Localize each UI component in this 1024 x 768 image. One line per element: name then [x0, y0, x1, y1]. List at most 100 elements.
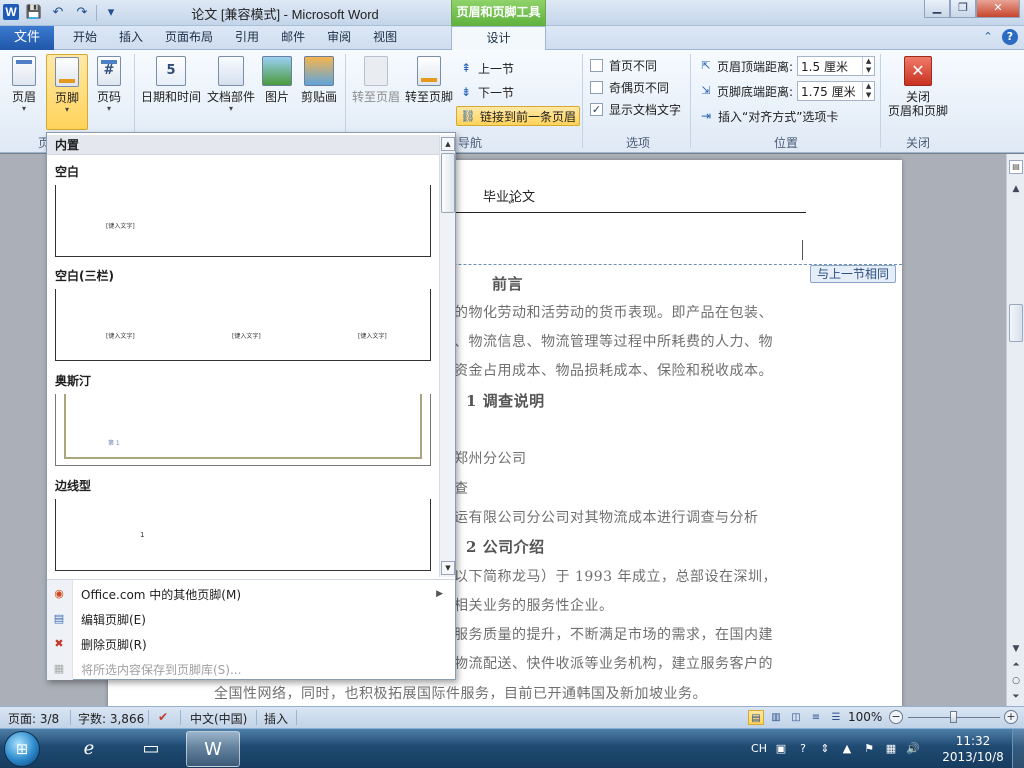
scroll-thumb[interactable]: [1009, 304, 1023, 342]
show-desktop-button[interactable]: [1012, 729, 1024, 768]
gallery-item-blank[interactable]: [键入文字]: [55, 185, 431, 257]
prev-section-button[interactable]: ⇞ 上一节: [458, 58, 514, 78]
footer-bottom-spinner[interactable]: 1.75 厘米 ▲ ▼: [797, 81, 876, 101]
show-hidden-icons-icon[interactable]: ▲: [838, 741, 856, 757]
previous-page-icon[interactable]: ⏶: [1009, 658, 1023, 672]
scroll-up-icon[interactable]: ▲: [1009, 182, 1023, 196]
word-taskbar-icon[interactable]: W: [186, 731, 240, 767]
insert-alignment-tab-button[interactable]: ⇥ 插入“对齐方式”选项卡: [698, 106, 838, 126]
insert-mode[interactable]: 插入: [264, 710, 288, 727]
vertical-scrollbar[interactable]: ▤ ▲ ▼ ⏶ ○ ⏷: [1006, 154, 1024, 706]
goto-header-button[interactable]: 转至页眉: [350, 54, 402, 124]
scroll-down-icon[interactable]: ▼: [441, 561, 455, 575]
clock-date: 2013/10/8: [942, 750, 1004, 764]
edit-footer-menu-item[interactable]: ▤ 编辑页脚(E): [51, 607, 451, 631]
word-count[interactable]: 字数: 3,866: [78, 710, 144, 727]
browse-object-icon[interactable]: ○: [1009, 674, 1023, 688]
body-line[interactable]: 全国性网络，同时，也积极拓展国际件服务，目前已开通韩国及新加坡业务。: [214, 683, 707, 703]
zoom-slider-thumb[interactable]: [950, 711, 957, 723]
maximize-icon[interactable]: ❐: [950, 0, 976, 18]
network-icon[interactable]: ▦: [882, 741, 900, 757]
spinner-arrows-icon[interactable]: ▲ ▼: [862, 57, 874, 75]
spinner-arrows-icon[interactable]: ▲ ▼: [862, 82, 874, 100]
gallery-scrollbar[interactable]: ▲ ▼: [439, 135, 455, 577]
tab-home[interactable]: 开始: [62, 26, 108, 50]
header-button[interactable]: 页眉 ▾: [6, 54, 42, 124]
body-line[interactable]: 以下简称龙马）于 1993 年成立，总部设在深圳，: [454, 566, 777, 586]
body-line[interactable]: 前言: [492, 273, 523, 294]
footer-button[interactable]: 页脚 ▾: [46, 54, 88, 130]
date-time-button[interactable]: 5 日期和时间: [140, 54, 202, 124]
goto-footer-button[interactable]: 转至页脚: [404, 54, 454, 124]
action-center-flag-icon[interactable]: ⚑: [860, 741, 878, 757]
minimize-icon[interactable]: ▁: [924, 0, 950, 18]
body-line[interactable]: 资金占用成本、物品损耗成本、保险和税收成本。: [454, 360, 773, 380]
tab-design[interactable]: 设计: [451, 26, 546, 51]
page-number-button[interactable]: # 页码 ▾: [92, 54, 126, 124]
edit-footer-icon: ▤: [53, 612, 65, 625]
link-previous-button[interactable]: ⛓ 链接到前一条页眉: [456, 106, 581, 126]
file-explorer-icon[interactable]: ▭: [124, 731, 178, 767]
internet-explorer-icon[interactable]: ℯ: [62, 731, 116, 767]
zoom-level[interactable]: 100%: [848, 710, 882, 724]
header-top-spinner[interactable]: 1.5 厘米 ▲ ▼: [797, 56, 876, 76]
body-line[interactable]: 服务质量的提升，不断满足市场的需求，在国内建: [454, 624, 773, 644]
show-document-text-checkbox[interactable]: ✓ 显示文档文字: [590, 100, 681, 118]
minimize-ribbon-icon[interactable]: ⌃: [980, 29, 996, 45]
next-section-button[interactable]: ⇟ 下一节: [458, 82, 514, 102]
body-line[interactable]: 查: [454, 478, 469, 498]
body-line[interactable]: 相关业务的服务性企业。: [454, 595, 614, 615]
remove-footer-menu-item[interactable]: ✖ 删除页脚(R): [51, 632, 451, 656]
picture-button[interactable]: 图片: [260, 54, 294, 124]
print-layout-icon[interactable]: ▤: [748, 710, 764, 725]
outline-view-icon[interactable]: ≡: [808, 710, 824, 725]
close-icon[interactable]: ✕: [976, 0, 1020, 18]
body-line[interactable]: 1 调查说明: [466, 390, 545, 411]
gallery-scroll-thumb[interactable]: [441, 153, 455, 213]
volume-icon[interactable]: 🔊: [904, 741, 922, 757]
tab-view[interactable]: 视图: [362, 26, 408, 50]
clip-art-button[interactable]: 剪贴画: [298, 54, 340, 124]
status-bar: 页面: 3/8 字数: 3,866 ✔ 中文(中国) 插入 ▤ ▥ ◫ ≡ ☰ …: [0, 706, 1024, 728]
body-line[interactable]: 运有限公司分公司对其物流成本进行调查与分析: [454, 507, 759, 527]
gallery-item-sideline[interactable]: 1: [55, 499, 431, 571]
close-header-footer-button[interactable]: 关闭 页眉和页脚: [884, 54, 952, 124]
body-line[interactable]: 物流配送、快件收派等业务机构，建立服务客户的: [454, 653, 773, 673]
taskbar-clock[interactable]: 11:32 2013/10/8: [940, 733, 1006, 765]
more-footers-office-menu-item[interactable]: ◉ Office.com 中的其他页脚(M) ▶: [51, 582, 451, 606]
gallery-item-blank-three-column[interactable]: [键入文字] [键入文字] [键入文字]: [55, 289, 431, 361]
tab-references[interactable]: 引用: [224, 26, 270, 50]
zoom-out-icon[interactable]: −: [889, 710, 903, 724]
odd-even-different-checkbox[interactable]: 奇偶页不同: [590, 78, 669, 96]
ime-icon[interactable]: ▣: [772, 741, 790, 757]
full-screen-reading-icon[interactable]: ▥: [768, 710, 784, 725]
tab-insert[interactable]: 插入: [108, 26, 154, 50]
gallery-item-austin[interactable]: 第 1: [55, 394, 431, 466]
proofing-icon[interactable]: ✔: [158, 710, 168, 724]
help-icon[interactable]: ?: [1002, 29, 1018, 45]
tab-review[interactable]: 审阅: [316, 26, 362, 50]
ruler-toggle-icon[interactable]: ▤: [1009, 160, 1023, 174]
input-language[interactable]: CH: [750, 741, 768, 757]
scroll-down-icon[interactable]: ▼: [1009, 642, 1023, 656]
web-layout-icon[interactable]: ◫: [788, 710, 804, 725]
language-bar-options-icon[interactable]: ⇕: [816, 741, 834, 757]
tab-page-layout[interactable]: 页面布局: [154, 26, 224, 50]
body-line[interactable]: 2 公司介绍: [466, 536, 545, 557]
scroll-up-icon[interactable]: ▲: [441, 137, 455, 151]
next-page-icon[interactable]: ⏷: [1009, 690, 1023, 704]
zoom-in-icon[interactable]: +: [1004, 710, 1018, 724]
body-line[interactable]: 、物流信息、物流管理等过程中所耗费的人力、物: [454, 331, 773, 351]
draft-view-icon[interactable]: ☰: [828, 710, 844, 725]
help-icon[interactable]: ?: [794, 741, 812, 757]
tab-mailings[interactable]: 邮件: [270, 26, 316, 50]
doc-parts-button[interactable]: 文档部件 ▾: [204, 54, 258, 124]
language[interactable]: 中文(中国): [190, 710, 247, 727]
tab-file[interactable]: 文件: [0, 26, 54, 50]
windows-start-icon[interactable]: ⊞: [4, 731, 40, 767]
save-to-footer-gallery-menu-item[interactable]: ▦ 将所选内容保存到页脚库(S)...: [51, 657, 451, 681]
page-count[interactable]: 页面: 3/8: [8, 710, 59, 727]
body-line[interactable]: 的物化劳动和活劳动的货币表现。即产品在包装、: [454, 302, 773, 322]
body-line[interactable]: 郑州分公司: [454, 448, 527, 468]
first-page-different-checkbox[interactable]: 首页不同: [590, 56, 657, 74]
